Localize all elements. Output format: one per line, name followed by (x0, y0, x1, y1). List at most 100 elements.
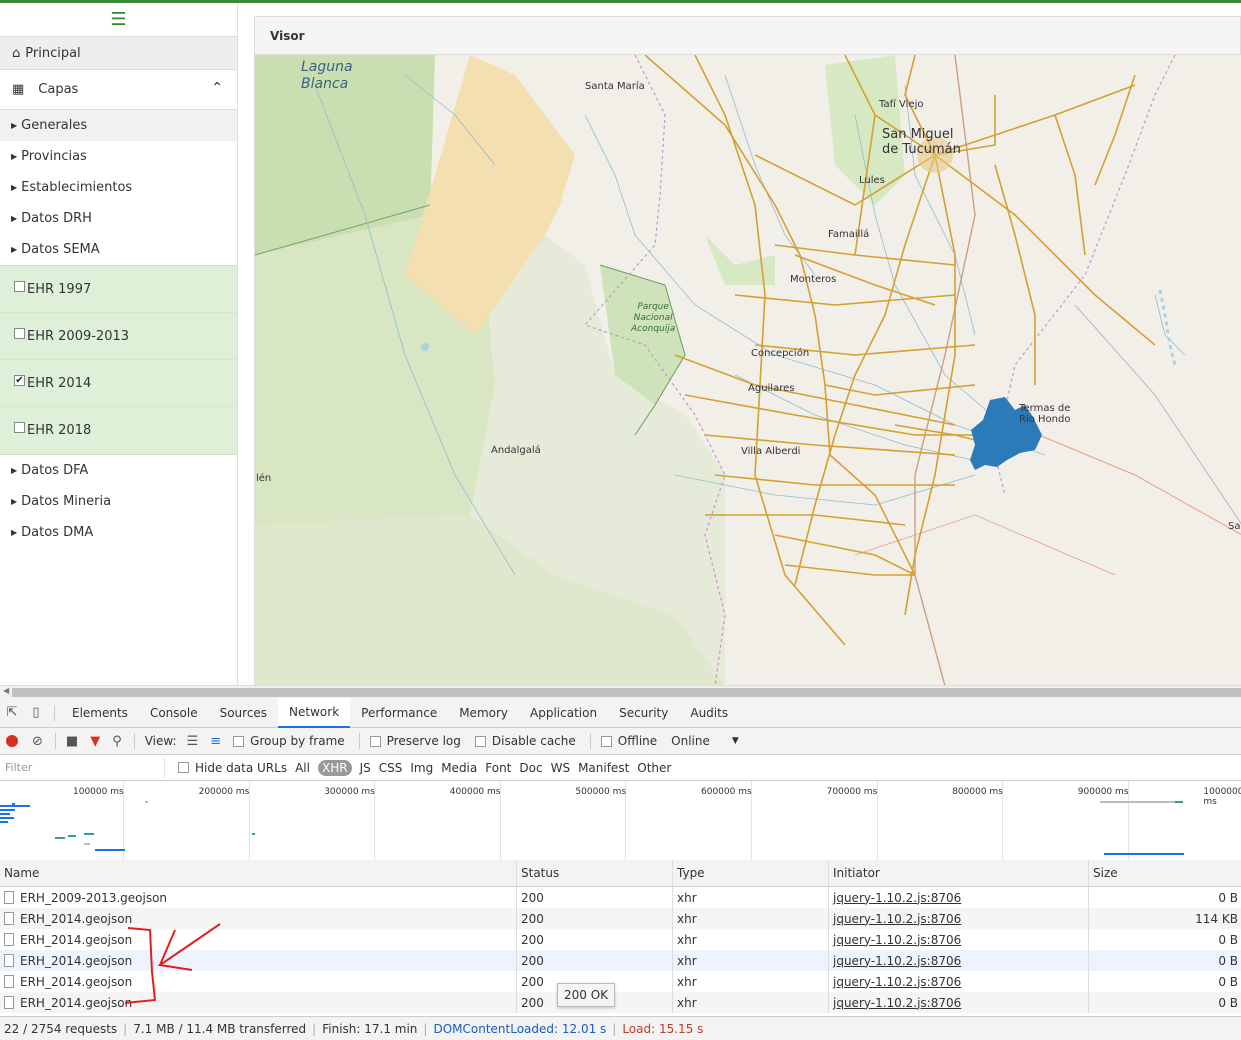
disable-cache-checkbox[interactable]: Disable cache (474, 734, 576, 748)
cell-text-initiator[interactable]: jquery-1.10.2.js:8706 (833, 975, 961, 989)
cell-text-initiator[interactable]: jquery-1.10.2.js:8706 (833, 912, 961, 926)
offline-checkbox[interactable]: Offline (600, 734, 657, 748)
column-header-size[interactable]: Size (1089, 860, 1241, 886)
timeline-request-bar (55, 837, 65, 839)
hide-data-urls-checkbox[interactable]: Hide data URLs (178, 761, 287, 775)
cell-initiator[interactable]: jquery-1.10.2.js:8706 (829, 971, 1089, 992)
layer-label: EHR 2018 (27, 423, 92, 438)
horizontal-scrollbar[interactable]: ◀ (0, 685, 1241, 698)
table-row[interactable]: ERH_2014.geojson 200 xhr jquery-1.10.2.js:8… (0, 971, 1241, 992)
sidebar-item-datos-drh[interactable]: ▶ Datos DRH (0, 203, 237, 234)
tab-elements[interactable]: Elements (61, 698, 139, 728)
filter-type-js[interactable]: JS (360, 761, 371, 775)
table-row[interactable]: ERH_2014.geojson 200 xhr jquery-1.10.2.js:8… (0, 950, 1241, 971)
cell-text-initiator[interactable]: jquery-1.10.2.js:8706 (833, 996, 961, 1010)
tab-performance[interactable]: Performance (350, 698, 448, 728)
filter-type-manifest[interactable]: Manifest (578, 761, 629, 775)
cell-initiator[interactable]: jquery-1.10.2.js:8706 (829, 929, 1089, 950)
cell-initiator[interactable]: jquery-1.10.2.js:8706 (829, 992, 1089, 1013)
network-overview-timeline[interactable]: 100000 ms 200000 ms 300000 ms 400000 ms 5000… (0, 781, 1241, 861)
layer-checkbox[interactable] (14, 280, 25, 292)
column-header-initiator[interactable]: Initiator (829, 860, 1089, 886)
tab-console[interactable]: Console (139, 698, 209, 728)
cell-text-type: xhr (677, 890, 697, 905)
tab-application[interactable]: Application (519, 698, 608, 728)
cell-text-initiator[interactable]: jquery-1.10.2.js:8706 (833, 954, 961, 968)
filter-type-all[interactable]: All (295, 761, 310, 775)
search-icon[interactable]: ⚲ (112, 734, 122, 749)
table-row[interactable]: ERH_2014.geojson 200 xhr jquery-1.10.2.js:8… (0, 929, 1241, 950)
filter-input[interactable]: Filter (0, 757, 165, 778)
sidebar-item-generales[interactable]: ▶ Generales (0, 110, 237, 141)
map-label-sa: Sa (1228, 521, 1241, 532)
caret-right-icon: ▶ (11, 152, 18, 161)
filter-type-xhr[interactable]: XHR (317, 759, 352, 776)
tab-audits[interactable]: Audits (679, 698, 739, 728)
cell-text-initiator[interactable]: jquery-1.10.2.js:8706 (833, 933, 961, 947)
sidebar-item-capas[interactable]: ▦ Capas ⌃ (0, 70, 237, 110)
caret-right-icon: ▶ (11, 497, 18, 506)
sidebar-item-datos-dma[interactable]: ▶ Datos DMA (0, 517, 237, 548)
sidebar-item-datos-sema[interactable]: ▶ Datos SEMA (0, 234, 237, 265)
filter-type-ws[interactable]: WS (551, 761, 570, 775)
preserve-log-checkbox[interactable]: Preserve log (369, 734, 461, 748)
column-header-type[interactable]: Type (673, 860, 829, 886)
filter-icon[interactable]: ▼ (90, 734, 100, 749)
layer-toggle-ehr-2014[interactable]: ✔ EHR 2014 (0, 360, 237, 407)
record-icon[interactable] (6, 735, 18, 747)
visor-panel: Visor Laguna Blanca Santa María Tafí Vie… (254, 16, 1241, 686)
hamburger-icon[interactable]: ☰ (0, 3, 237, 37)
chevron-up-icon[interactable]: ⌃ (211, 80, 223, 96)
sidebar-item-provincias[interactable]: ▶ Provincias (0, 141, 237, 172)
group-by-frame-checkbox[interactable]: Group by frame (233, 734, 345, 748)
tab-network[interactable]: Network (278, 697, 351, 728)
sidebar-item-datos-mineria[interactable]: ▶ Datos Mineria (0, 486, 237, 517)
map-label-laguna: Laguna Blanca (301, 59, 353, 92)
layer-toggle-ehr-2018[interactable]: EHR 2018 (0, 407, 237, 454)
layer-checkbox[interactable] (14, 327, 25, 339)
tab-sources[interactable]: Sources (209, 698, 278, 728)
inspect-element-icon[interactable]: ⇱ (0, 705, 24, 720)
throttling-select[interactable]: Online (671, 734, 710, 748)
cell-text-initiator[interactable]: jquery-1.10.2.js:8706 (833, 891, 961, 905)
tab-memory[interactable]: Memory (448, 698, 519, 728)
map-view[interactable]: Laguna Blanca Santa María Tafí Viejo San… (255, 55, 1241, 686)
filter-type-img[interactable]: Img (410, 761, 433, 775)
table-row[interactable]: ERH_2014.geojson 200 xhr jquery-1.10.2.js:8… (0, 992, 1241, 1013)
scroll-left-icon[interactable]: ◀ (3, 686, 9, 695)
cell-initiator[interactable]: jquery-1.10.2.js:8706 (829, 950, 1089, 971)
timeline-tick-label: 700000 ms (826, 787, 878, 797)
filter-type-doc[interactable]: Doc (519, 761, 542, 775)
scrollbar-thumb[interactable] (12, 688, 1241, 697)
sidebar-item-establecimientos[interactable]: ▶ Establecimientos (0, 172, 237, 203)
cell-size: 0 B (1089, 992, 1241, 1013)
chevron-down-icon[interactable]: ▼ (732, 736, 739, 746)
timeline-request-bar (1175, 801, 1183, 803)
status-tooltip: 200 OK (557, 983, 615, 1007)
clear-icon[interactable]: ⊘ (32, 734, 43, 749)
column-header-status[interactable]: Status (517, 860, 673, 886)
tab-security[interactable]: Security (608, 698, 679, 728)
cell-initiator[interactable]: jquery-1.10.2.js:8706 (829, 908, 1089, 929)
layer-toggle-ehr-2009-2013[interactable]: EHR 2009-2013 (0, 313, 237, 360)
layer-toggle-ehr-1997[interactable]: EHR 1997 (0, 266, 237, 313)
sidebar-item-datos-dfa[interactable]: ▶ Datos DFA (0, 455, 237, 486)
device-toolbar-icon[interactable]: ▯ (24, 705, 48, 720)
column-header-name[interactable]: Name (0, 860, 517, 886)
visor-title: Visor (255, 17, 1240, 55)
table-row[interactable]: ERH_2009-2013.geojson 200 xhr jquery-1.10.2… (0, 887, 1241, 908)
cell-text-name: ERH_2014.geojson (20, 995, 133, 1010)
filter-type-css[interactable]: CSS (379, 761, 403, 775)
filter-type-font[interactable]: Font (485, 761, 511, 775)
cell-initiator[interactable]: jquery-1.10.2.js:8706 (829, 887, 1089, 908)
waterfall-view-icon[interactable]: ≡ (210, 734, 221, 749)
capture-screenshots-icon[interactable]: ■ (66, 734, 78, 749)
table-row[interactable]: ERH_2014.geojson 200 xhr jquery-1.10.2.js:8… (0, 908, 1241, 929)
filter-type-media[interactable]: Media (441, 761, 477, 775)
layer-checkbox[interactable]: ✔ (14, 374, 25, 386)
sidebar-item-principal[interactable]: ⌂ Principal (0, 37, 237, 70)
layer-checkbox[interactable] (14, 422, 25, 433)
list-view-icon[interactable]: ☰ (187, 734, 199, 749)
filter-type-other[interactable]: Other (637, 761, 671, 775)
cell-text-status: 200 (521, 932, 544, 947)
